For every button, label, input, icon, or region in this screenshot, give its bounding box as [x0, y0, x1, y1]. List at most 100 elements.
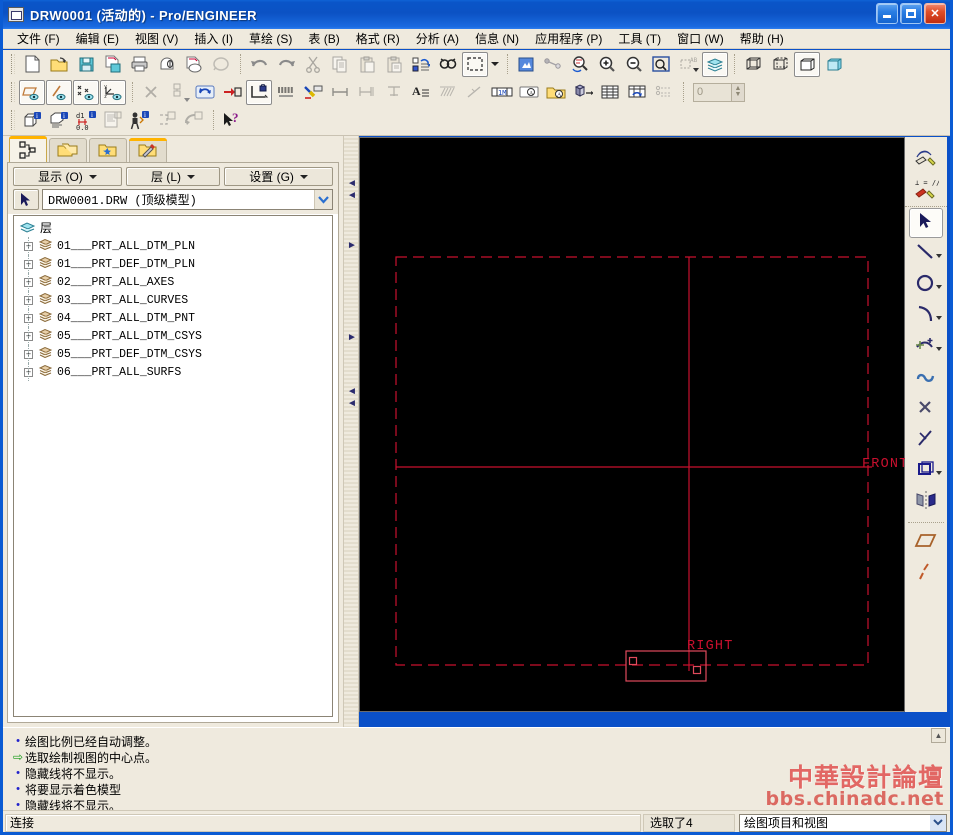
select-arrow-button[interactable] — [909, 208, 943, 238]
baseline-dim-icon[interactable] — [381, 80, 407, 105]
regenerate-icon[interactable] — [408, 52, 434, 77]
layer-tree[interactable]: 层 +01___PRT_ALL_DTM_PLN+01___PRT_DEF_DTM… — [13, 215, 333, 717]
menu-format[interactable]: 格式 (R) — [348, 29, 408, 48]
find-icon[interactable] — [435, 52, 461, 77]
note-text-icon[interactable]: A — [408, 80, 434, 105]
open-folder-icon[interactable] — [46, 52, 72, 77]
menu-table[interactable]: 表 (B) — [300, 29, 347, 48]
spinner-arrows-icon[interactable]: ▲▼ — [731, 84, 744, 101]
list-options-icon[interactable] — [651, 80, 677, 105]
menu-info[interactable]: 信息 (N) — [467, 29, 527, 48]
tree-item[interactable]: +05___PRT_DEF_DTM_CSYS — [14, 345, 332, 363]
sheet-setup-icon[interactable] — [165, 80, 191, 105]
menu-help[interactable]: 帮助 (H) — [732, 29, 792, 48]
zoom-window-icon[interactable] — [648, 52, 674, 77]
tree-item[interactable]: +05___PRT_ALL_DTM_CSYS — [14, 327, 332, 345]
toolbar-grip[interactable] — [11, 110, 15, 130]
select-box-dropdown-icon[interactable] — [489, 52, 501, 77]
divide-button[interactable] — [909, 425, 943, 455]
hatch-icon[interactable] — [435, 80, 461, 105]
splitter-collapse-left-icon[interactable]: ◄ — [347, 190, 356, 201]
datum-point-display-icon[interactable] — [73, 80, 99, 105]
save-icon[interactable] — [73, 52, 99, 77]
feature-info-icon[interactable] — [181, 108, 207, 133]
refit-zoom-icon[interactable] — [567, 52, 593, 77]
layers-icon[interactable] — [702, 52, 728, 77]
redo-icon[interactable] — [273, 52, 299, 77]
tree-item[interactable]: +01___PRT_DEF_DTM_PLN — [14, 255, 332, 273]
layer-menu-button[interactable]: 层 (L) — [126, 167, 220, 186]
sheet-number-spinner[interactable]: 0 ▲▼ — [693, 83, 745, 102]
new-file-icon[interactable] — [19, 52, 45, 77]
select-box-icon[interactable] — [462, 52, 488, 77]
lock-view-icon[interactable] — [246, 80, 272, 105]
view-box-button[interactable] — [909, 456, 943, 486]
model-selector-combo[interactable]: DRW0001.DRW (顶级模型) — [42, 189, 333, 210]
centerline-button[interactable] — [909, 559, 943, 589]
draft-entity-icon[interactable]: A — [516, 80, 542, 105]
tree-item[interactable]: +03___PRT_ALL_CURVES — [14, 291, 332, 309]
hatch-slash-icon[interactable] — [462, 80, 488, 105]
splitter-expand-right-icon[interactable]: ► — [347, 332, 356, 343]
paste-special-icon[interactable] — [381, 52, 407, 77]
table-icon[interactable] — [597, 80, 623, 105]
menu-sketch[interactable]: 草绘 (S) — [241, 29, 300, 48]
arc-button[interactable] — [909, 301, 943, 331]
add-sheet-icon[interactable] — [219, 80, 245, 105]
message-scrollbar[interactable]: ▲ — [931, 728, 947, 810]
layer-info-icon[interactable]: i — [46, 108, 72, 133]
tree-item[interactable]: +06___PRT_ALL_SURFS — [14, 363, 332, 381]
point-button[interactable] — [909, 332, 943, 362]
report-info-icon[interactable] — [100, 108, 126, 133]
hidden-line-icon[interactable] — [767, 52, 793, 77]
menu-view[interactable]: 视图 (V) — [127, 29, 186, 48]
datum-csys-display-icon[interactable]: yz — [100, 80, 126, 105]
select-arrow-button[interactable] — [13, 189, 39, 210]
save-a-copy-icon[interactable] — [100, 52, 126, 77]
relation-info-icon[interactable] — [154, 108, 180, 133]
toolbar-grip[interactable] — [11, 54, 15, 74]
menu-analysis[interactable]: 分析 (A) — [408, 29, 467, 48]
tree-item[interactable]: +04___PRT_ALL_DTM_PNT — [14, 309, 332, 327]
settings-menu-button[interactable]: 设置 (G) — [224, 167, 333, 186]
undo-icon[interactable] — [246, 52, 272, 77]
menu-file[interactable]: 文件 (F) — [9, 29, 68, 48]
print-icon[interactable] — [127, 52, 153, 77]
chevron-down-icon[interactable] — [314, 190, 332, 209]
tab-model-tree[interactable] — [9, 136, 47, 162]
datum-plane-display-icon[interactable] — [19, 80, 45, 105]
sketch-point-edit-icon[interactable] — [909, 144, 943, 174]
chevron-down-icon[interactable] — [936, 316, 942, 320]
table-lines-icon[interactable] — [273, 80, 299, 105]
menu-window[interactable]: 窗口 (W) — [669, 29, 732, 48]
chevron-down-icon[interactable] — [936, 347, 942, 351]
mail-icon[interactable] — [208, 52, 234, 77]
copy-icon[interactable] — [327, 52, 353, 77]
draft-group-icon[interactable]: A — [543, 80, 569, 105]
paint-format-icon[interactable] — [300, 80, 326, 105]
tree-item[interactable]: +02___PRT_ALL_AXES — [14, 273, 332, 291]
dimension-info-icon[interactable]: d10.0i — [73, 108, 99, 133]
chevron-down-icon[interactable] — [936, 471, 942, 475]
print-preview-icon[interactable] — [154, 52, 180, 77]
delete-icon[interactable] — [138, 80, 164, 105]
datum-axis-display-icon[interactable] — [46, 80, 72, 105]
named-view-icon[interactable]: AB — [675, 52, 701, 77]
shaded-icon[interactable] — [821, 52, 847, 77]
show-menu-button[interactable]: 显示 (O) — [13, 167, 122, 186]
zoom-in-icon[interactable] — [594, 52, 620, 77]
tab-folder-browser[interactable] — [49, 138, 87, 162]
splitter-collapse-left-icon[interactable]: ◄ — [347, 386, 356, 397]
close-button[interactable]: ✕ — [924, 3, 946, 24]
table-update-icon[interactable] — [624, 80, 650, 105]
toolbar-grip[interactable] — [11, 82, 15, 102]
paste-icon[interactable] — [354, 52, 380, 77]
tab-favorites[interactable] — [89, 138, 127, 162]
chevron-down-icon[interactable] — [936, 254, 942, 258]
tree-item[interactable]: +01___PRT_ALL_DTM_PLN — [14, 237, 332, 255]
repaint-icon[interactable] — [513, 52, 539, 77]
update-sheet-icon[interactable] — [192, 80, 218, 105]
splitter-collapse-left-icon[interactable]: ◄ — [347, 178, 356, 189]
wireframe-icon[interactable] — [740, 52, 766, 77]
model-player-icon[interactable]: i — [127, 108, 153, 133]
